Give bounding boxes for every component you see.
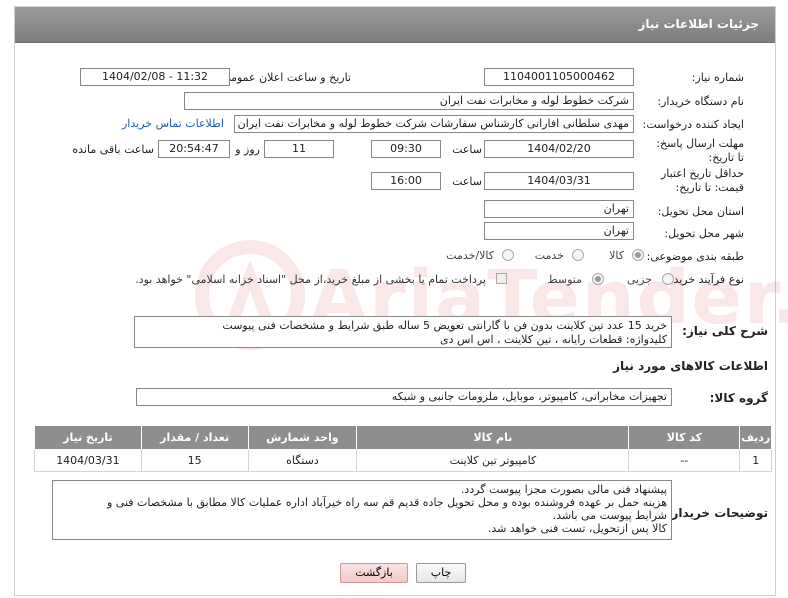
goods-group-label: گروه کالا: bbox=[709, 391, 768, 405]
cell-date: 1404/03/31 bbox=[34, 449, 142, 472]
description-line-1: خرید 15 عدد تین کلاینت بدون فن با گارانت… bbox=[222, 319, 667, 332]
price-valid-time-label: ساعت bbox=[452, 175, 482, 188]
deadline-time-field: 09:30 bbox=[371, 140, 441, 158]
goods-group-field: تجهیزات مخابراتی، کامپیوتر، موبایل، ملزو… bbox=[136, 388, 672, 406]
cell-unit: دستگاه bbox=[247, 449, 358, 472]
buyer-notes-textarea[interactable]: پیشنهاد فنی مالی بصورت مجزا پیوست گردد. … bbox=[52, 480, 672, 540]
page-title: جزئیات اطلاعات نیاز bbox=[638, 17, 759, 31]
need-number-label: شماره نیاز: bbox=[691, 71, 744, 84]
description-label: شرح کلی نیاز: bbox=[682, 324, 768, 338]
buyer-notes-line-1: پیشنهاد فنی مالی بصورت مجزا پیوست گردد. bbox=[460, 483, 667, 496]
creator-field: مهدی سلطانی افارانی کارشناس سفارشات شرکت… bbox=[234, 115, 634, 133]
col-date: تاریخ نیاز bbox=[34, 425, 142, 450]
process-medium-label: متوسط bbox=[547, 273, 582, 286]
buyer-org-field: شرکت خطوط لوله و مخابرات نفت ایران bbox=[184, 92, 634, 110]
treasury-payment-checkbox[interactable] bbox=[496, 273, 507, 284]
category-service-radio[interactable] bbox=[572, 249, 584, 261]
description-textarea[interactable]: خرید 15 عدد تین کلاینت بدون فن با گارانت… bbox=[134, 316, 672, 348]
category-goods-service-radio[interactable] bbox=[502, 249, 514, 261]
creator-label: ایجاد کننده درخواست: bbox=[642, 118, 744, 131]
days-remaining-field: 11 bbox=[264, 140, 334, 158]
col-code: کد کالا bbox=[628, 425, 741, 450]
col-qty: تعداد / مقدار bbox=[140, 425, 249, 450]
deadline-label: مهلت ارسال پاسخ: تا تاریخ: bbox=[656, 137, 744, 164]
buyer-contact-link[interactable]: اطلاعات تماس خریدار bbox=[122, 117, 224, 130]
buyer-notes-line-2: هزینه حمل بر عهده فروشنده بوده و محل تحو… bbox=[106, 496, 667, 509]
category-goods-service-label: کالا/خدمت bbox=[446, 249, 494, 262]
buyer-org-label: نام دستگاه خریدار: bbox=[657, 95, 744, 108]
buyer-notes-label: توضیحات خریدار: bbox=[666, 506, 768, 520]
deadline-time-label: ساعت bbox=[452, 143, 482, 156]
buyer-notes-line-4: کالا پس ازتحویل، تست فنی خواهد شد. bbox=[487, 522, 667, 535]
panel-header: جزئیات اطلاعات نیاز bbox=[15, 7, 775, 43]
treasury-payment-note: پرداخت تمام یا بخشی از مبلغ خرید،از محل … bbox=[135, 273, 486, 286]
category-goods-label: کالا bbox=[609, 249, 624, 262]
buyer-notes-line-3: شرایط پیوست می باشد. bbox=[552, 509, 667, 522]
price-valid-label: حداقل تاریخ اعتبار قیمت: تا تاریخ: bbox=[660, 167, 744, 194]
print-button[interactable]: چاپ bbox=[416, 563, 466, 583]
days-label: روز و bbox=[235, 143, 260, 156]
goods-table-header: ردیف کد کالا نام کالا واحد شمارش تعداد /… bbox=[34, 425, 772, 450]
province-label: استان محل تحویل: bbox=[657, 205, 744, 218]
deadline-date-field: 1404/02/20 bbox=[484, 140, 634, 158]
category-label: طبقه بندی موضوعی: bbox=[646, 250, 744, 263]
announce-datetime-field: 1404/02/08 - 11:32 bbox=[80, 68, 230, 86]
time-remaining-label: ساعت باقی مانده bbox=[72, 143, 154, 156]
process-medium-radio[interactable] bbox=[592, 273, 604, 285]
need-number-field: 1104001105000462 bbox=[484, 68, 634, 86]
time-remaining-field: 20:54:47 bbox=[158, 140, 230, 158]
cell-code: -- bbox=[628, 449, 741, 472]
process-minor-label: جزیی bbox=[626, 273, 652, 286]
cell-name: کامپیوتر تین کلاینت bbox=[356, 449, 630, 472]
col-unit: واحد شمارش bbox=[247, 425, 358, 450]
category-goods-radio[interactable] bbox=[632, 249, 644, 261]
col-name: نام کالا bbox=[356, 425, 630, 450]
col-row: ردیف bbox=[739, 425, 772, 450]
process-minor-radio[interactable] bbox=[662, 273, 674, 285]
city-field: تهران bbox=[484, 222, 634, 240]
back-button[interactable]: بازگشت bbox=[340, 563, 408, 583]
price-valid-time-field: 16:00 bbox=[371, 172, 441, 190]
category-service-label: خدمت bbox=[534, 249, 564, 262]
announce-label: تاریخ و ساعت اعلان عمومی: bbox=[218, 71, 351, 84]
description-line-2: کلیدواژه: قطعات رایانه ، تین کلاینت ، اس… bbox=[440, 333, 667, 346]
city-label: شهر محل تحویل: bbox=[664, 227, 744, 240]
province-field: تهران bbox=[484, 200, 634, 218]
process-label: نوع فرآیند خرید : bbox=[666, 273, 744, 286]
price-valid-date-field: 1404/03/31 bbox=[484, 172, 634, 190]
cell-qty: 15 bbox=[140, 449, 249, 472]
table-row: 1 -- کامپیوتر تین کلاینت دستگاه 15 1404/… bbox=[34, 449, 772, 472]
goods-table: ردیف کد کالا نام کالا واحد شمارش تعداد /… bbox=[34, 425, 772, 472]
cell-row: 1 bbox=[739, 449, 772, 472]
goods-section-title: اطلاعات کالاهای مورد نیاز bbox=[613, 359, 768, 373]
